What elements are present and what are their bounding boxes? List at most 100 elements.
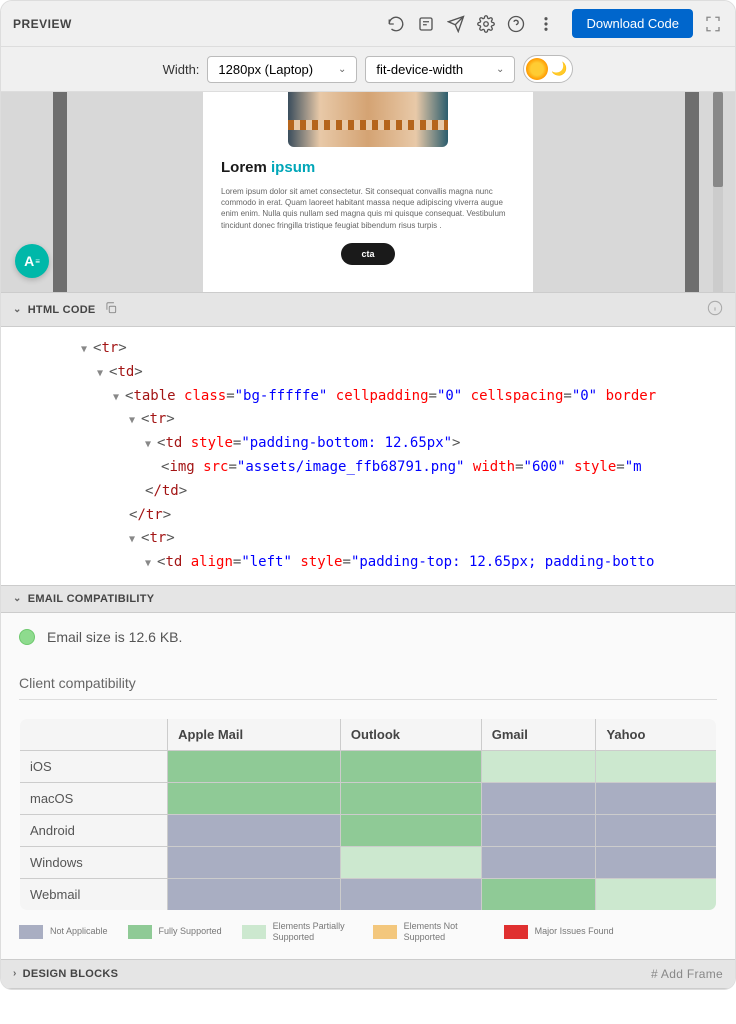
download-button[interactable]: Download Code (572, 9, 693, 38)
header-toolbar: Download Code (386, 9, 723, 38)
mock-cta-button[interactable]: cta (341, 243, 394, 265)
compat-table: Apple Mail Outlook Gmail Yahoo iOSmacOSA… (19, 718, 717, 911)
compat-subtitle: Client compatibility (19, 675, 717, 691)
legend-item: Major Issues Found (504, 921, 614, 943)
col-header: Gmail (481, 718, 596, 750)
compat-cell (596, 782, 717, 814)
legend-item: Fully Supported (128, 921, 222, 943)
preview-title: PREVIEW (13, 17, 386, 31)
gear-icon[interactable] (476, 14, 496, 34)
fullscreen-icon[interactable] (703, 14, 723, 34)
legend-swatch-part (242, 925, 266, 939)
chevron-down-icon: ⌄ (13, 304, 22, 315)
compat-cell (481, 846, 596, 878)
chevron-down-icon: ⌄ (13, 593, 22, 604)
scrollbar-thumb[interactable] (713, 92, 723, 187)
compat-body: Email size is 12.6 KB. Client compatibil… (1, 613, 735, 959)
theme-toggle[interactable]: 🌙 (523, 55, 573, 83)
compat-cell (481, 814, 596, 846)
table-row: macOS (20, 782, 717, 814)
compat-cell (481, 750, 596, 782)
code-viewer[interactable]: ▼<tr> ▼<td> ▼<table class="bg-fffffe" ce… (1, 327, 735, 585)
compat-cell (596, 750, 717, 782)
moon-icon: 🌙 (548, 58, 570, 80)
compat-cell (168, 814, 341, 846)
legend-item: Elements Partially Supported (242, 921, 353, 943)
legend-item: Not Applicable (19, 921, 108, 943)
legend-swatch-major (504, 925, 528, 939)
compat-cell (481, 878, 596, 910)
email-size-text: Email size is 12.6 KB. (47, 629, 182, 645)
email-size-row: Email size is 12.6 KB. (19, 629, 717, 645)
mock-heading: Lorem ipsum (221, 159, 515, 176)
col-header: Yahoo (596, 718, 717, 750)
app-root: PREVIEW Download Code Width: 1280px (Lap… (0, 0, 736, 990)
compat-cell (168, 782, 341, 814)
table-header-row: Apple Mail Outlook Gmail Yahoo (20, 718, 717, 750)
compat-cell (168, 846, 341, 878)
table-row: Windows (20, 846, 717, 878)
legend-swatch-full (128, 925, 152, 939)
assist-fab[interactable]: A≡ (15, 244, 49, 278)
compat-cell (340, 814, 481, 846)
compat-cell (596, 878, 717, 910)
chevron-right-icon: › (13, 968, 17, 979)
copy-icon[interactable] (96, 301, 118, 318)
divider (19, 699, 717, 700)
refresh-icon[interactable] (386, 14, 406, 34)
chevron-down-icon: ⌄ (338, 64, 346, 75)
mock-paragraph: Lorem ipsum dolor sit amet consectetur. … (221, 186, 515, 231)
fit-select[interactable]: fit-device-width ⌄ (365, 56, 515, 83)
legend-swatch-not (373, 925, 397, 939)
compat-cell (481, 782, 596, 814)
mock-hero-image (288, 92, 448, 147)
compat-cell (340, 782, 481, 814)
width-select-value: 1280px (Laptop) (218, 62, 313, 77)
compat-cell (596, 814, 717, 846)
email-preview: Lorem ipsum Lorem ipsum dolor sit amet c… (203, 92, 533, 292)
html-code-header[interactable]: ⌄ HTML CODE (1, 292, 735, 327)
legend-swatch-na (19, 925, 43, 939)
preview-header: PREVIEW Download Code (1, 1, 735, 47)
email-compat-header[interactable]: ⌄ EMAIL COMPATIBILITY (1, 585, 735, 613)
help-icon[interactable] (506, 14, 526, 34)
add-frame-link[interactable]: # Add Frame (651, 967, 723, 981)
send-icon[interactable] (446, 14, 466, 34)
width-bar: Width: 1280px (Laptop) ⌄ fit-device-widt… (1, 47, 735, 92)
table-row: Webmail (20, 878, 717, 910)
canvas-rail-left (53, 92, 67, 292)
row-header: Android (20, 814, 168, 846)
compat-cell (168, 750, 341, 782)
canvas-inner: Lorem ipsum Lorem ipsum dolor sit amet c… (1, 92, 735, 292)
row-header: Windows (20, 846, 168, 878)
table-row: Android (20, 814, 717, 846)
design-blocks-header[interactable]: › DESIGN BLOCKS # Add Frame (1, 959, 735, 989)
section-title: EMAIL COMPATIBILITY (28, 593, 155, 605)
preview-canvas: Lorem ipsum Lorem ipsum dolor sit amet c… (1, 92, 735, 292)
col-header: Apple Mail (168, 718, 341, 750)
compat-cell (596, 846, 717, 878)
info-icon[interactable] (707, 300, 723, 319)
compat-cell (340, 846, 481, 878)
table-row: iOS (20, 750, 717, 782)
fit-select-value: fit-device-width (376, 62, 463, 77)
section-title: DESIGN BLOCKS (23, 968, 119, 980)
compat-cell (168, 878, 341, 910)
chevron-down-icon: ⌄ (496, 64, 504, 75)
more-icon[interactable] (536, 14, 556, 34)
table-corner (20, 718, 168, 750)
section-title: HTML CODE (28, 304, 96, 316)
row-header: macOS (20, 782, 168, 814)
compat-cell (340, 878, 481, 910)
sun-icon (526, 58, 548, 80)
row-header: iOS (20, 750, 168, 782)
legend: Not Applicable Fully Supported Elements … (19, 921, 717, 943)
width-label: Width: (163, 62, 200, 77)
row-header: Webmail (20, 878, 168, 910)
width-select[interactable]: 1280px (Laptop) ⌄ (207, 56, 357, 83)
col-header: Outlook (340, 718, 481, 750)
canvas-rail-right (685, 92, 699, 292)
status-dot-ok (19, 629, 35, 645)
notes-icon[interactable] (416, 14, 436, 34)
compat-cell (340, 750, 481, 782)
